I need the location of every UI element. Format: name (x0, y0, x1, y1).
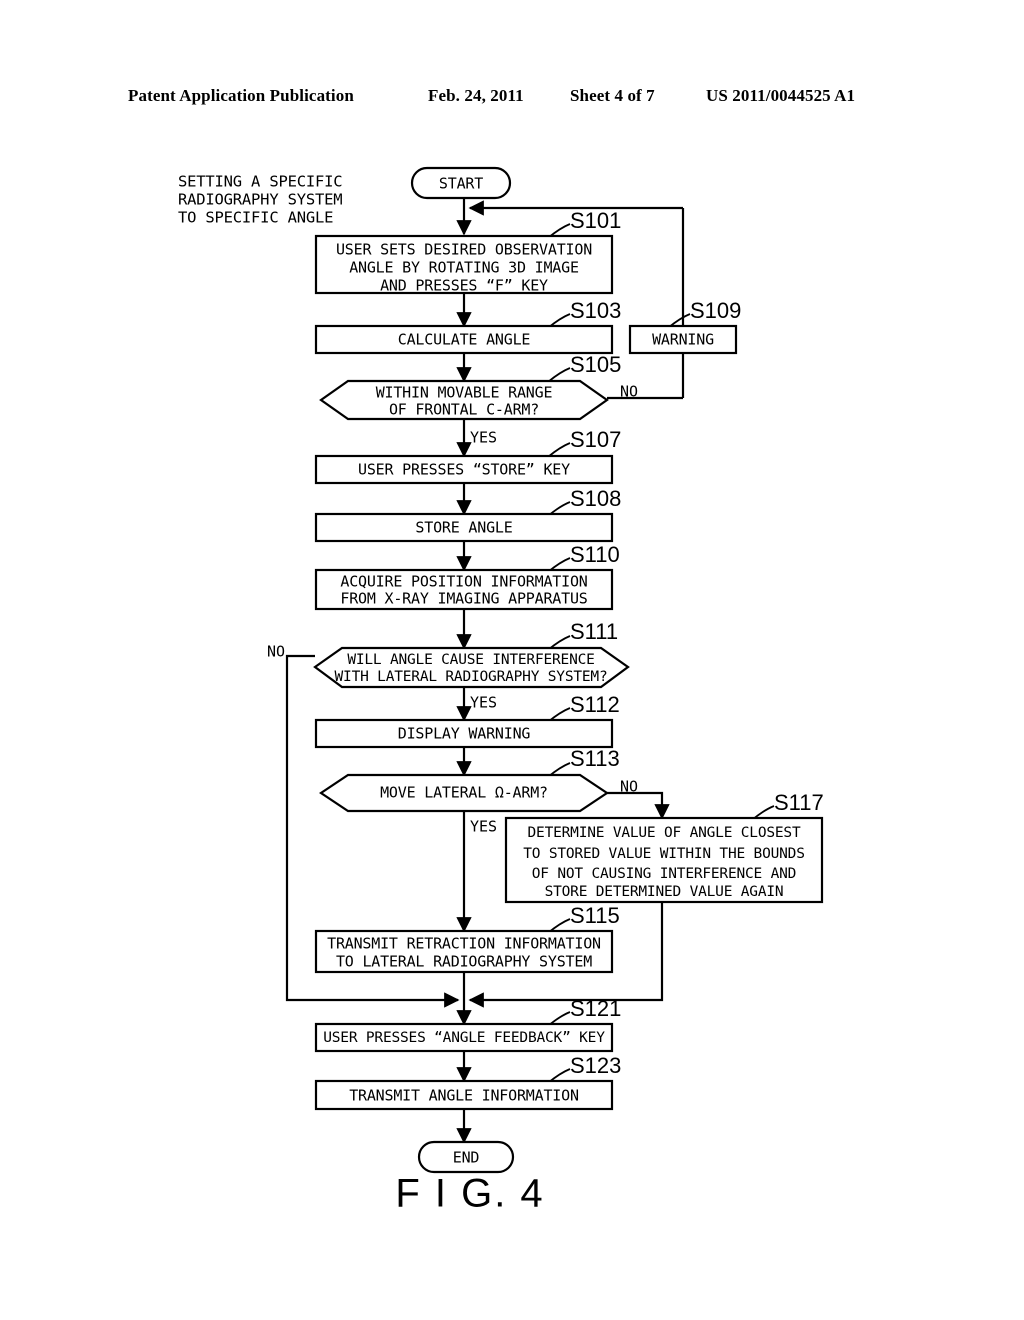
s101-tag: S101 (570, 208, 621, 233)
leader-s107 (547, 442, 571, 458)
node-s121[interactable]: USER PRESSES “ANGLE FEEDBACK” KEY (314, 1022, 614, 1053)
s123-line-1: TRANSMIT ANGLE INFORMATION (349, 1087, 579, 1105)
s115-tag: S115 (570, 903, 620, 928)
s115-line-2: TO LATERAL RADIOGRAPHY SYSTEM (336, 953, 592, 971)
s117-line-1: DETERMINE VALUE OF ANGLE CLOSEST (528, 825, 801, 841)
s103-line-1: CALCULATE ANGLE (398, 331, 531, 349)
s113-line-1: MOVE LATERAL Ω-ARM? (380, 784, 548, 802)
figure-caption: F I G. 4 (395, 1172, 544, 1216)
s109-tag: S109 (690, 298, 741, 323)
node-s115[interactable]: TRANSMIT RETRACTION INFORMATION TO LATER… (314, 929, 614, 974)
side-note-line-1: SETTING A SPECIFIC (178, 173, 342, 191)
s112-line-1: DISPLAY WARNING (398, 725, 531, 743)
s101-line-1: USER SETS DESIRED OBSERVATION (336, 241, 592, 259)
node-s103[interactable]: CALCULATE ANGLE (314, 324, 614, 355)
s107-tag: S107 (570, 427, 621, 452)
node-s117[interactable]: DETERMINE VALUE OF ANGLE CLOSEST TO STOR… (504, 816, 824, 904)
start-terminator-label: START (439, 175, 483, 193)
s105-branch-no: NO (620, 383, 638, 401)
s112-tag: S112 (570, 692, 620, 717)
s111-branch-no: NO (267, 643, 285, 661)
node-end[interactable]: END (417, 1140, 515, 1174)
s108-tag: S108 (570, 486, 621, 511)
s121-tag: S121 (570, 996, 621, 1021)
s105-line-2: OF FRONTAL C-ARM? (389, 401, 539, 419)
s107-line-1: USER PRESSES “STORE” KEY (358, 461, 570, 479)
s117-line-3: OF NOT CAUSING INTERFERENCE AND (532, 866, 796, 882)
node-s107[interactable]: USER PRESSES “STORE” KEY (314, 454, 614, 485)
s111-line-2: WITH LATERAL RADIOGRAPHY SYSTEM? (335, 669, 608, 685)
s105-tag: S105 (570, 352, 621, 377)
s103-tag: S103 (570, 298, 621, 323)
s110-line-2: FROM X-RAY IMAGING APPARATUS (340, 590, 587, 608)
end-terminator-label: END (453, 1149, 480, 1167)
s111-branch-yes: YES (470, 694, 497, 712)
node-s101[interactable]: USER SETS DESIRED OBSERVATION ANGLE BY R… (314, 234, 614, 295)
s115-line-1: TRANSMIT RETRACTION INFORMATION (327, 935, 601, 953)
node-s112[interactable]: DISPLAY WARNING (314, 718, 614, 749)
s113-tag: S113 (570, 746, 620, 771)
node-s109[interactable]: WARNING (628, 324, 738, 355)
s109-line-1: WARNING (652, 331, 714, 349)
side-note-line-3: TO SPECIFIC ANGLE (178, 209, 333, 227)
s111-line-1: WILL ANGLE CAUSE INTERFERENCE (347, 652, 594, 668)
flowchart-figure: SETTING A SPECIFIC RADIOGRAPHY SYSTEM TO… (0, 0, 1024, 1320)
side-note-line-2: RADIOGRAPHY SYSTEM (178, 191, 342, 209)
s121-line-1: USER PRESSES “ANGLE FEEDBACK” KEY (323, 1030, 605, 1046)
s117-line-4: STORE DETERMINED VALUE AGAIN (545, 884, 784, 900)
node-s111[interactable]: WILL ANGLE CAUSE INTERFERENCE WITH LATER… (313, 646, 630, 689)
s111-tag: S111 (570, 619, 618, 644)
s105-line-1: WITHIN MOVABLE RANGE (376, 384, 553, 402)
node-s123[interactable]: TRANSMIT ANGLE INFORMATION (314, 1079, 614, 1111)
node-s113[interactable]: MOVE LATERAL Ω-ARM? (319, 773, 609, 813)
s113-branch-no: NO (620, 778, 638, 796)
connector-s113-no-to-s117 (607, 791, 670, 820)
s110-tag: S110 (570, 542, 620, 567)
s101-line-3: AND PRESSES “F” KEY (380, 277, 548, 295)
node-s105[interactable]: WITHIN MOVABLE RANGE OF FRONTAL C-ARM? (319, 379, 609, 421)
s105-branch-yes: YES (470, 429, 497, 447)
side-note: SETTING A SPECIFIC RADIOGRAPHY SYSTEM TO… (178, 173, 343, 227)
node-s110[interactable]: ACQUIRE POSITION INFORMATION FROM X-RAY … (314, 568, 614, 611)
node-s108[interactable]: STORE ANGLE (314, 512, 614, 543)
s110-line-1: ACQUIRE POSITION INFORMATION (340, 573, 587, 591)
s117-line-2: TO STORED VALUE WITHIN THE BOUNDS (523, 846, 804, 862)
s108-line-1: STORE ANGLE (415, 519, 512, 537)
s123-tag: S123 (570, 1053, 621, 1078)
s101-line-2: ANGLE BY ROTATING 3D IMAGE (349, 259, 579, 277)
s117-tag: S117 (774, 790, 824, 815)
s113-branch-yes: YES (470, 818, 497, 836)
node-start[interactable]: START (410, 166, 512, 200)
